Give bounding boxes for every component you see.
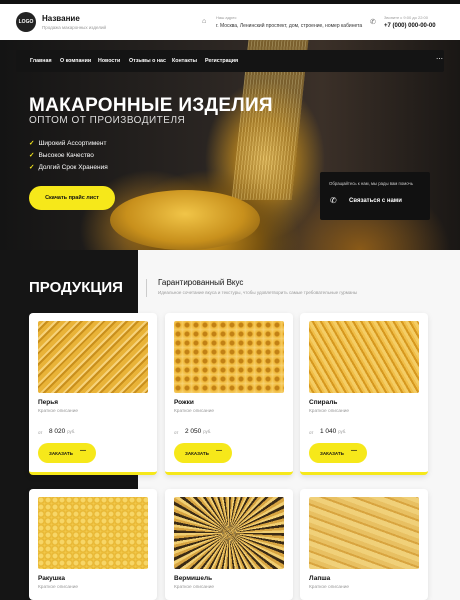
product-desc: Краткое описание	[174, 409, 215, 414]
check-icon: ✓	[29, 140, 35, 147]
price-prefix: от	[309, 430, 314, 435]
product-card[interactable]: Лапша Краткое описание	[300, 489, 428, 600]
product-image[interactable]	[38, 321, 148, 393]
price-prefix: от	[38, 430, 43, 435]
product-image[interactable]	[174, 321, 284, 393]
phone-icon: ✆	[370, 19, 376, 26]
order-button[interactable]: ЗАКАЗАТЬ —	[309, 443, 367, 463]
benefit-item: ✓ Широкий Ассортимент	[29, 140, 107, 147]
location-icon: ⌂	[202, 18, 207, 25]
nav-item-contacts[interactable]: Контакты	[172, 58, 197, 64]
benefit-item: ✓ Высокое Качество	[29, 152, 94, 159]
check-icon: ✓	[29, 152, 35, 159]
nav-item-about[interactable]: О компании	[60, 58, 91, 64]
address-label: Наш адрес	[216, 15, 237, 20]
product-card[interactable]: Вермишель Краткое описание	[165, 489, 293, 600]
brand-name: Название	[42, 14, 80, 23]
product-price: 2 050 руб.	[185, 428, 212, 435]
nav-item-register[interactable]: Регистрация	[205, 58, 238, 64]
product-card[interactable]: Рожки Краткое описание от 2 050 руб. ЗАКА…	[165, 313, 293, 475]
product-desc: Краткое описание	[309, 409, 350, 414]
product-card[interactable]: Спираль Краткое описание от 1 040 руб. ЗА…	[300, 313, 428, 475]
product-name[interactable]: Лапша	[309, 575, 330, 582]
section-title: ПРОДУКЦИЯ	[29, 279, 123, 296]
product-desc: Краткое описание	[38, 585, 79, 590]
contact-box: Обращайтесь к нам, мы рады вам помочь ✆ …	[320, 172, 430, 220]
dash-icon: —	[351, 448, 357, 454]
price-prefix: от	[174, 430, 179, 435]
main-nav: Главная О компании Новости Отзывы о нас …	[16, 50, 444, 72]
product-desc: Краткое описание	[174, 585, 215, 590]
contact-hint: Обращайтесь к нам, мы рады вам помочь	[329, 181, 413, 186]
product-desc: Краткое описание	[309, 585, 350, 590]
phone-icon: ✆	[330, 196, 337, 205]
product-name[interactable]: Рожки	[174, 399, 194, 406]
product-image[interactable]	[38, 497, 148, 569]
dash-icon: —	[80, 448, 86, 454]
check-icon: ✓	[29, 164, 35, 171]
product-name[interactable]: Перья	[38, 399, 58, 406]
order-button[interactable]: ЗАКАЗАТЬ —	[174, 443, 232, 463]
product-card[interactable]: Перья Краткое описание от 8 020 руб. ЗАКА…	[29, 313, 157, 475]
address-text: г. Москва, Ленинский проспект, дом, стро…	[216, 23, 363, 29]
phone-hours: Звоните с 9:00 до 22:00	[384, 15, 428, 20]
order-button[interactable]: ЗАКАЗАТЬ —	[38, 443, 96, 463]
brand-tagline: Продажа макаронных изделий	[42, 25, 107, 30]
section-note: Идеальное сочетание вкуса и текстуры, чт…	[158, 290, 358, 295]
hero-subtitle: ОПТОМ ОТ ПРОИЗВОДИТЕЛЯ	[29, 115, 186, 126]
site-header: LOGO Название Продажа макаронных изделий…	[0, 4, 460, 40]
product-card[interactable]: Ракушка Краткое описание	[29, 489, 157, 600]
product-price: 8 020 руб.	[49, 428, 76, 435]
contact-us-button[interactable]: Связаться с нами	[349, 198, 402, 204]
divider	[146, 279, 147, 297]
product-price: 1 040 руб.	[320, 428, 347, 435]
nav-item-reviews[interactable]: Отзывы о нас	[129, 58, 166, 64]
product-name[interactable]: Спираль	[309, 399, 337, 406]
nav-item-news[interactable]: Новости	[98, 58, 120, 64]
section-subtitle: Гарантированный Вкус	[158, 278, 244, 287]
product-desc: Краткое описание	[38, 409, 79, 414]
benefit-item: ✓ Долгий Срок Хранения	[29, 164, 108, 171]
product-image[interactable]	[309, 321, 419, 393]
logo[interactable]: LOGO	[16, 12, 36, 32]
dash-icon: —	[216, 448, 222, 454]
ellipsis-icon[interactable]: ⋯	[436, 55, 443, 63]
nav-item-home[interactable]: Главная	[30, 58, 52, 64]
download-price-button[interactable]: Скачать прайс лист	[29, 186, 115, 210]
hero-title: МАКАРОННЫЕ ИЗДЕЛИЯ	[29, 95, 273, 116]
product-name[interactable]: Вермишель	[174, 575, 212, 582]
hero-image-bowl	[110, 190, 260, 250]
product-image[interactable]	[309, 497, 419, 569]
phone-number[interactable]: +7 (000) 000-00-00	[384, 23, 436, 29]
product-name[interactable]: Ракушка	[38, 575, 65, 582]
product-image[interactable]	[174, 497, 284, 569]
